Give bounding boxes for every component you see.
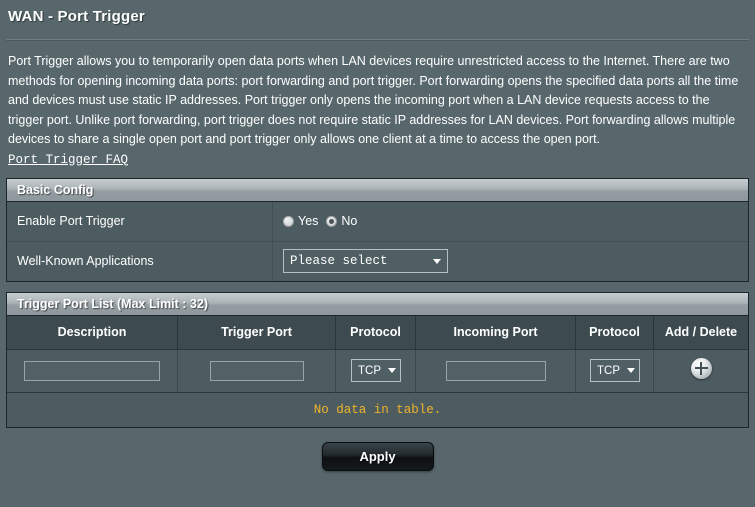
enable-port-trigger-value: Yes No bbox=[273, 202, 748, 241]
cell-trigger-port bbox=[177, 349, 336, 392]
incoming-port-input[interactable] bbox=[445, 360, 546, 381]
chevron-down-icon bbox=[433, 258, 441, 264]
enable-port-trigger-label: Enable Port Trigger bbox=[7, 201, 273, 241]
port-trigger-page: WAN - Port Trigger Port Trigger allows y… bbox=[0, 0, 755, 507]
description-paragraph: Port Trigger allows you to temporarily o… bbox=[8, 54, 739, 146]
column-header-add-delete: Add / Delete bbox=[653, 315, 748, 350]
chevron-down-icon bbox=[387, 368, 396, 373]
trigger-port-list-head: Description Trigger Port Protocol Incomi… bbox=[7, 315, 748, 350]
trigger-protocol-select[interactable]: TCP bbox=[350, 359, 401, 382]
table-empty-row: No data in table. bbox=[7, 391, 748, 427]
radio-option-yes[interactable]: Yes bbox=[283, 214, 318, 228]
trigger-port-input[interactable] bbox=[209, 360, 304, 381]
cell-description bbox=[7, 349, 178, 392]
column-header-trigger-port: Trigger Port bbox=[177, 315, 336, 350]
well-known-applications-row: Well-Known Applications Please select bbox=[7, 241, 748, 281]
cell-trigger-protocol: TCP bbox=[335, 349, 416, 392]
enable-port-trigger-row: Enable Port Trigger Yes No bbox=[7, 201, 748, 242]
incoming-protocol-select[interactable]: TCP bbox=[589, 359, 640, 382]
footer-actions: Apply bbox=[0, 441, 755, 471]
trigger-protocol-selected-text: TCP bbox=[358, 364, 381, 377]
trigger-port-list-body: TCP TCP No data in table. bbox=[7, 349, 748, 427]
basic-config-panel: Basic Config Enable Port Trigger Yes No … bbox=[6, 177, 749, 282]
column-header-description: Description bbox=[7, 315, 178, 350]
description-input[interactable] bbox=[24, 360, 160, 381]
trigger-port-list-table: Description Trigger Port Protocol Incomi… bbox=[7, 315, 748, 427]
basic-config-section-title: Basic Config bbox=[7, 178, 748, 202]
column-header-incoming-protocol: Protocol bbox=[575, 315, 654, 350]
page-title: WAN - Port Trigger bbox=[8, 8, 145, 25]
trigger-port-list-panel: Trigger Port List (Max Limit : 32) Descr… bbox=[6, 291, 749, 428]
well-known-applications-label: Well-Known Applications bbox=[7, 241, 273, 281]
apply-button[interactable]: Apply bbox=[321, 441, 434, 471]
cell-incoming-port bbox=[415, 349, 576, 392]
radio-option-no[interactable]: No bbox=[326, 214, 357, 228]
column-header-incoming-port: Incoming Port bbox=[415, 315, 576, 350]
radio-icon-no[interactable] bbox=[326, 215, 338, 227]
trigger-port-list-section-title: Trigger Port List (Max Limit : 32) bbox=[7, 292, 748, 316]
enable-port-trigger-radio-group: Yes No bbox=[283, 214, 357, 228]
well-known-applications-value: Please select bbox=[273, 242, 748, 281]
radio-icon-yes[interactable] bbox=[283, 215, 294, 227]
radio-label-yes: Yes bbox=[298, 214, 319, 228]
cell-add-delete bbox=[653, 349, 748, 392]
plus-circle-icon[interactable] bbox=[690, 357, 712, 379]
table-entry-row: TCP TCP bbox=[7, 349, 748, 392]
cell-incoming-protocol: TCP bbox=[575, 349, 654, 392]
port-trigger-faq-link[interactable]: Port Trigger FAQ bbox=[8, 153, 128, 167]
radio-label-no: No bbox=[341, 214, 358, 228]
title-divider bbox=[6, 39, 749, 41]
empty-message: No data in table. bbox=[7, 391, 748, 427]
well-known-applications-select[interactable]: Please select bbox=[283, 249, 448, 273]
table-header-row: Description Trigger Port Protocol Incomi… bbox=[7, 315, 748, 350]
well-known-applications-selected-text: Please select bbox=[290, 254, 388, 268]
incoming-protocol-selected-text: TCP bbox=[597, 364, 620, 377]
chevron-down-icon bbox=[626, 368, 635, 373]
column-header-trigger-protocol: Protocol bbox=[335, 315, 416, 350]
